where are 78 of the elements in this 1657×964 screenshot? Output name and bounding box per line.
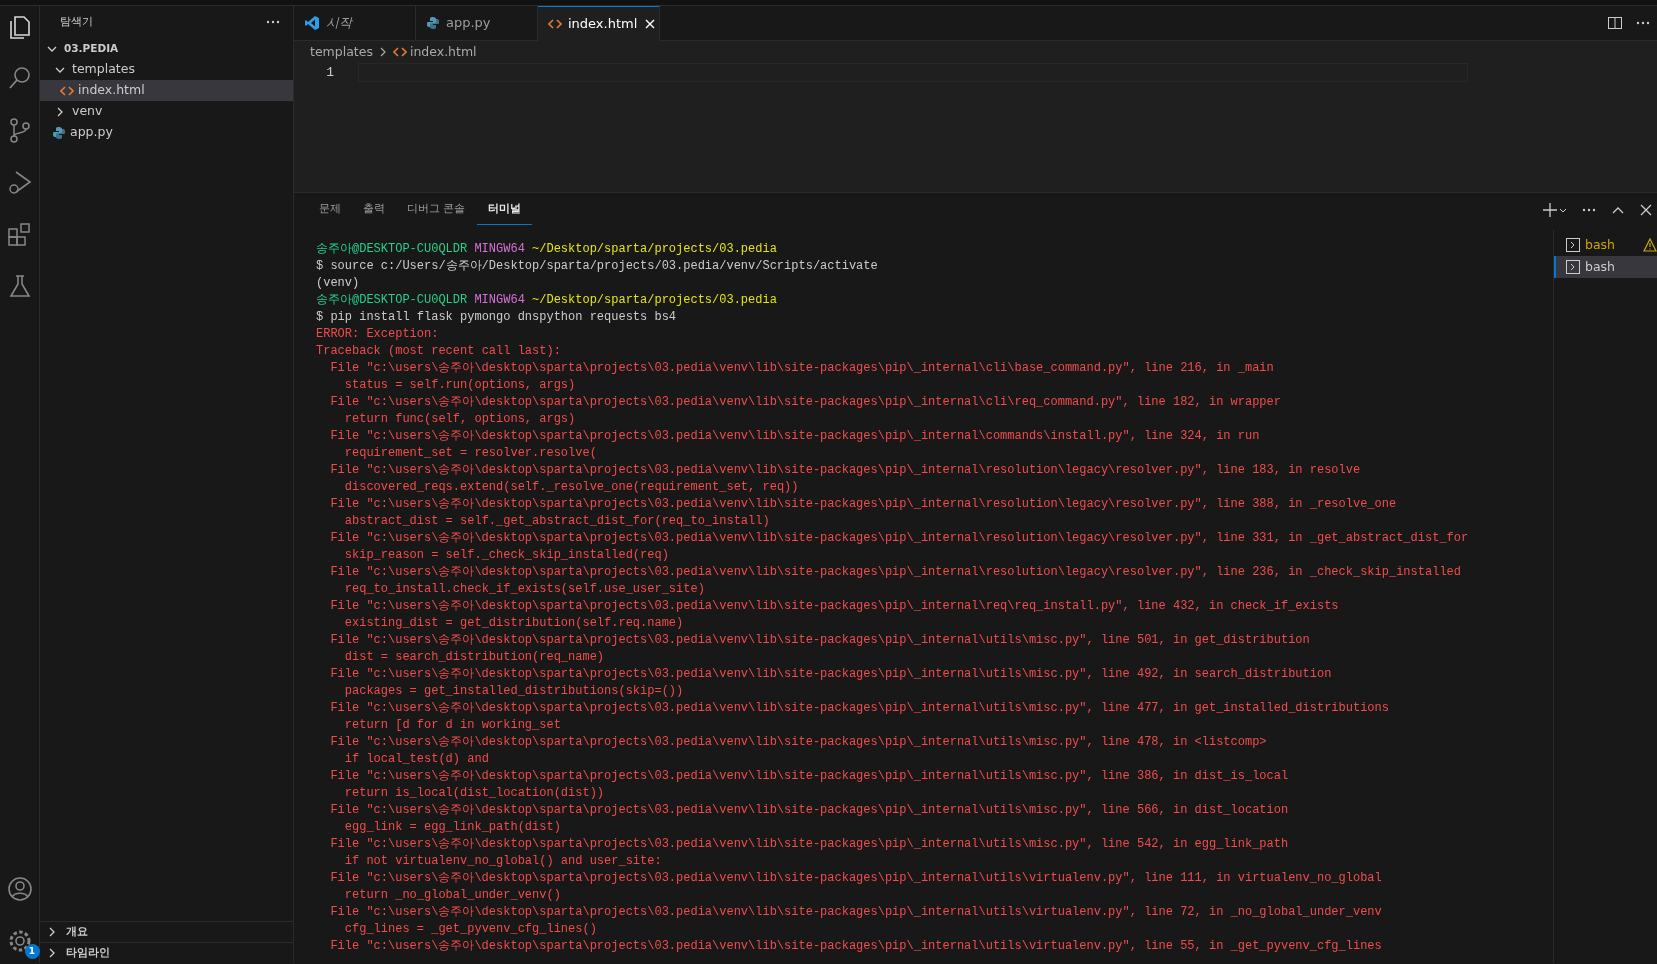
- line-number: 1: [325, 63, 334, 82]
- panel-tab[interactable]: 출력: [352, 195, 396, 225]
- terminal-line: return is_local(dist_location(dist)): [343, 785, 605, 802]
- terminal-line: skip_reason = self._check_skip_installed(req): [343, 547, 669, 564]
- terminal-line: if not virtualenv_no_global() and user_site:: [343, 853, 662, 870]
- terminal-line: req_to_install.check_if_exists(self.use_user_site): [343, 581, 705, 598]
- code-editor-icon: [304, 15, 320, 31]
- folder-item[interactable]: templates: [40, 59, 293, 80]
- terminal-line: File "c:\users\송주아\desktop\sparta\projects\03.pedia\venv\lib\site-packages\pip\_internal\utils\virtualenv.py", line 72, in _no_global_under_venv: [329, 904, 1382, 921]
- python-file-icon: [52, 125, 66, 140]
- file-item[interactable]: app.py: [40, 122, 293, 143]
- notification-badge: 1: [24, 944, 40, 959]
- terminal-line: ERROR: Exception:: [316, 326, 439, 343]
- section-title: 개요: [66, 923, 88, 940]
- terminal-line: cfg_lines = _get_pyvenv_cfg_lines(): [343, 921, 597, 938]
- code-file-icon: [60, 83, 74, 98]
- editor-tab[interactable]: index.html: [538, 6, 660, 41]
- panel-tab[interactable]: 디버그 콘솔: [396, 195, 477, 225]
- terminal-line: File "c:\users\송주아\desktop\sparta\projects\03.pedia\venv\lib\site-packages\pip\_internal\resolution\legacy\resolver.py", line 388, in _resolve_one: [329, 496, 1397, 513]
- terminal-line: requirement_set = resolver.resolve(: [343, 445, 597, 462]
- terminal-line: return _no_global_under_venv(): [343, 887, 561, 904]
- file-item[interactable]: index.html: [40, 80, 293, 101]
- terminal-line: File "c:\users\송주아\desktop\sparta\projects\03.pedia\venv\lib\site-packages\pip\_internal\utils\misc.py", line 566, in dist_location: [329, 802, 1289, 819]
- terminal-line: 송주아@DESKTOP-CU0QLDR MINGW64 ~/Desktop/sparta/projects/03.pedia: [316, 292, 777, 309]
- terminal-line: discovered_reqs.extend(self._resolve_one(requirement_set, req)): [343, 479, 799, 496]
- terminal-line: File "c:\users\송주아\desktop\sparta\projects\03.pedia\venv\lib\site-packages\pip\_internal\utils\misc.py", line 386, in dist_is_local: [329, 768, 1289, 785]
- terminal-line: File "c:\users\송주아\desktop\sparta\projects\03.pedia\venv\lib\site-packages\pip\_internal\cli\base_command.py", line 216, in _main: [329, 360, 1274, 377]
- panel-tab[interactable]: 터미널: [476, 195, 532, 225]
- section-header[interactable]: 개요: [40, 921, 293, 942]
- code-file-icon: [392, 45, 407, 59]
- terminal-line: File "c:\users\송주아\desktop\sparta\projects\03.pedia\venv\lib\site-packages\pip\_internal\utils\misc.py", line 542, in egg_link_path: [329, 836, 1289, 853]
- folder-item[interactable]: venv: [40, 101, 293, 122]
- terminal-line: File "c:\users\송주아\desktop\sparta\projects\03.pedia\venv\lib\site-packages\pip\_internal\utils\virtualenv.py", line 111, in virtualenv_no_global: [329, 870, 1382, 887]
- editor-tab[interactable]: 시작: [294, 6, 416, 40]
- panel-tab[interactable]: 문제: [308, 195, 352, 225]
- terminal-line: File "c:\users\송주아\desktop\sparta\projects\03.pedia\venv\lib\site-packages\pip\_internal\req\req_install.py", line 432, in check_if_exists: [329, 598, 1339, 615]
- split-editor-icon[interactable]: [1607, 15, 1623, 31]
- breadcrumb-item[interactable]: index.html: [392, 42, 477, 62]
- terminal-line: File "c:\users\송주아\desktop\sparta\projects\03.pedia\venv\lib\site-packages\pip\_internal\utils\misc.py", line 501, in get_distribution: [329, 632, 1310, 649]
- tree-root[interactable]: 03.PEDIA: [40, 38, 293, 59]
- terminal-line: File "c:\users\송주아\desktop\sparta\projects\03.pedia\venv\lib\site-packages\pip\_internal\utils\misc.py", line 492, in search_distribution: [329, 666, 1332, 683]
- terminal-line: $ source c:/Users/송주아/Desktop/sparta/projects/03.pedia/venv/Scripts/activate: [316, 258, 878, 275]
- terminal-line: File "c:\users\송주아\desktop\sparta\projects\03.pedia\venv\lib\site-packages\pip\_internal\cli\req_command.py", line 182, in wrapper: [329, 394, 1281, 411]
- terminal-line: File "c:\users\송주아\desktop\sparta\projects\03.pedia\venv\lib\site-packages\pip\_internal\utils\misc.py", line 477, in get_installed_distributions: [329, 700, 1389, 717]
- close-icon[interactable]: [1639, 203, 1653, 217]
- root-label: 03.PEDIA: [64, 40, 119, 56]
- terminal-icon: [1566, 260, 1580, 274]
- terminal-icon: [1566, 238, 1580, 252]
- terminal-line: return func(self, options, args): [343, 411, 576, 428]
- terminal-line: existing_dist = get_distribution(self.req.name): [343, 615, 684, 632]
- python-file-icon: [426, 16, 440, 30]
- terminal-line: File "c:\users\송주아\desktop\sparta\projects\03.pedia\venv\lib\site-packages\pip\_internal\resolution\legacy\resolver.py", line 236, in _check_skip_installed: [329, 564, 1461, 581]
- terminal-line: return [d for d in working_set: [343, 717, 561, 734]
- terminal-line: dist = search_distribution(req_name): [343, 649, 605, 666]
- warning-icon: [1643, 238, 1657, 252]
- terminal-line: $ pip install flask pymongo dnspython requests bs4: [316, 309, 677, 326]
- terminal-line: File "c:\users\송주아\desktop\sparta\projects\03.pedia\venv\lib\site-packages\pip\_internal\utils\misc.py", line 478, in <listcomp>: [329, 734, 1267, 751]
- terminal-line: File "c:\users\송주아\desktop\sparta\projects\03.pedia\venv\lib\site-packages\pip\_internal\resolution\legacy\resolver.py", line 331, in _get_abstract_dist_for: [329, 530, 1469, 547]
- terminal-line: (venv): [316, 275, 360, 292]
- terminal-line: File "c:\users\송주아\desktop\sparta\projects\03.pedia\venv\lib\site-packages\pip\_internal\utils\virtualenv.py", line 55, in _get_pyvenv_cfg_lines: [329, 938, 1382, 955]
- terminal-line: if local_test(d) and: [343, 751, 489, 768]
- terminal-line: 송주아@DESKTOP-CU0QLDR MINGW64 ~/Desktop/sparta/projects/03.pedia: [316, 241, 777, 258]
- terminal-line: egg_link = egg_link_path(dist): [343, 819, 561, 836]
- terminal-line: status = self.run(options, args): [343, 377, 576, 394]
- code-file-icon: [548, 17, 562, 31]
- section-header[interactable]: 타임라인: [40, 942, 293, 963]
- account-icon[interactable]: [5, 875, 34, 903]
- terminal-instance[interactable]: bash: [1554, 234, 1657, 256]
- terminal-instance[interactable]: bash: [1554, 256, 1657, 278]
- terminal-line: abstract_dist = self._get_abstract_dist_for(req_to_install): [343, 513, 770, 530]
- new-terminal-icon[interactable]: [1543, 202, 1567, 218]
- terminal-line: Traceback (most recent call last):: [316, 343, 561, 360]
- terminal-line: File "c:\users\송주아\desktop\sparta\projects\03.pedia\venv\lib\site-packages\pip\_internal\resolution\legacy\resolver.py", line 183, in resolve: [329, 462, 1361, 479]
- terminal-line: File "c:\users\송주아\desktop\sparta\projects\03.pedia\venv\lib\site-packages\pip\_internal\commands\install.py", line 324, in run: [329, 428, 1260, 445]
- section-title: 타임라인: [66, 944, 110, 961]
- sidebar-title: 탐색기: [60, 13, 93, 30]
- terminal-line: packages = get_installed_distributions(skip=()): [343, 683, 684, 700]
- breadcrumb-item[interactable]: templates: [310, 42, 373, 62]
